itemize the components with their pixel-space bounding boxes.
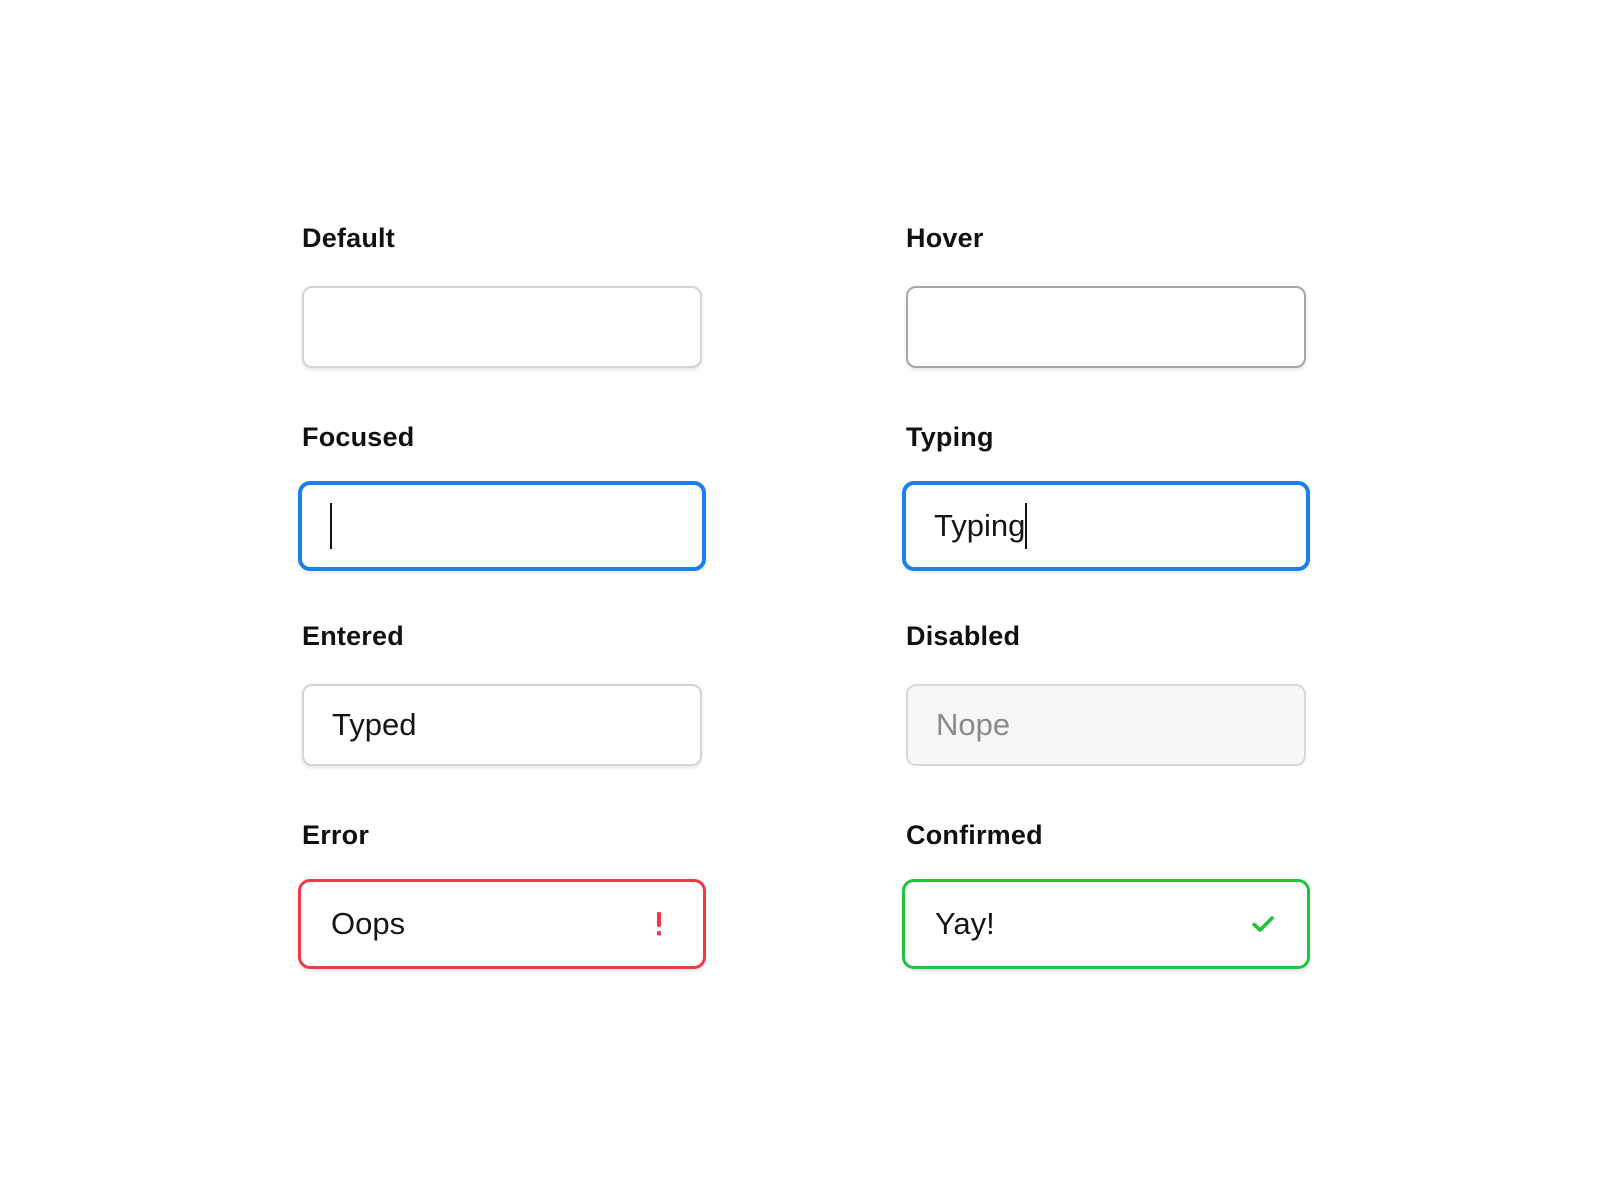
label-focused: Focused <box>302 422 415 452</box>
input-confirmed-value: Yay! <box>935 906 995 941</box>
input-focused[interactable] <box>298 481 706 571</box>
field-entered: Entered Typed <box>302 616 702 766</box>
input-hover[interactable] <box>906 286 1306 368</box>
checkmark-icon <box>1249 910 1277 938</box>
field-confirmed: Confirmed Yay! <box>902 815 1310 969</box>
field-disabled: Disabled Nope <box>906 616 1306 766</box>
input-states-showcase: { "fields": { "default": { "label": "Def… <box>0 0 1600 1200</box>
input-default[interactable] <box>302 286 702 368</box>
label-hover: Hover <box>906 223 984 253</box>
input-entered-value: Typed <box>332 707 417 742</box>
input-typing-content: Typing <box>934 503 1028 549</box>
field-typing: Typing Typing <box>902 417 1310 571</box>
field-error: Error Oops <box>298 815 706 969</box>
label-disabled: Disabled <box>906 621 1021 651</box>
input-disabled: Nope <box>906 684 1306 766</box>
input-confirmed[interactable]: Yay! <box>902 879 1310 969</box>
input-entered[interactable]: Typed <box>302 684 702 766</box>
label-default: Default <box>302 223 395 253</box>
text-caret <box>330 503 332 549</box>
label-error: Error <box>302 820 370 850</box>
input-error-value: Oops <box>331 906 406 941</box>
exclamation-icon <box>645 910 673 938</box>
input-disabled-value: Nope <box>936 707 1011 742</box>
label-confirmed: Confirmed <box>906 820 1043 850</box>
field-hover: Hover <box>906 218 1306 368</box>
input-error[interactable]: Oops <box>298 879 706 969</box>
label-typing: Typing <box>906 422 994 452</box>
field-default: Default <box>302 218 702 368</box>
text-caret <box>1025 503 1028 549</box>
field-focused: Focused <box>298 417 706 571</box>
input-typing-value: Typing <box>934 508 1026 543</box>
input-focused-content <box>330 503 332 549</box>
label-entered: Entered <box>302 621 404 651</box>
input-typing[interactable]: Typing <box>902 481 1310 571</box>
